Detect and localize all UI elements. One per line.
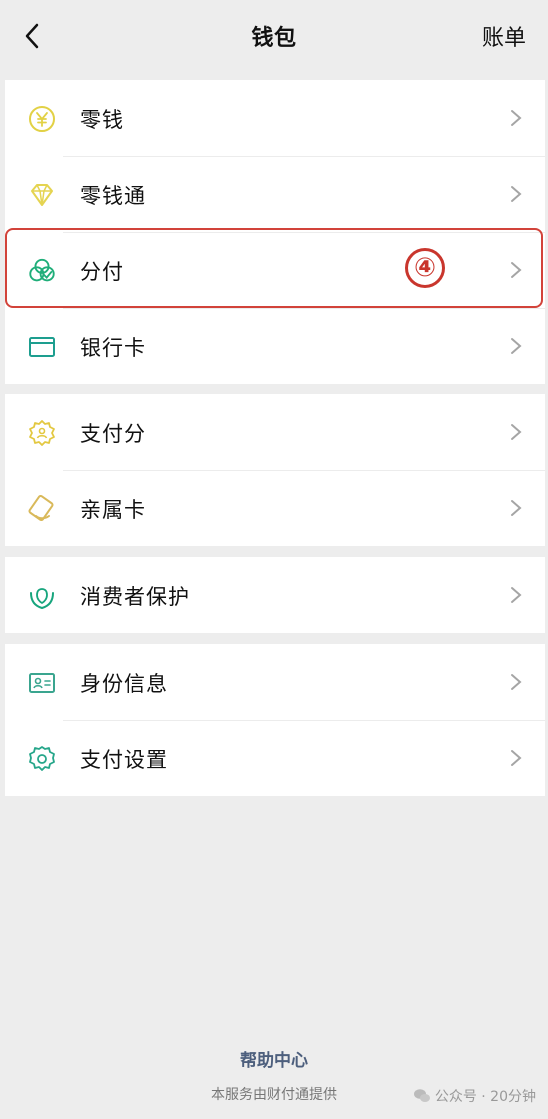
chevron-right-icon	[511, 424, 522, 440]
wallet-section-2: 支付分 亲属卡	[5, 394, 545, 546]
wechat-logo-icon	[413, 1089, 430, 1102]
badge-icon	[27, 418, 57, 448]
yuan-coin-icon	[27, 104, 57, 134]
watermark-text: 公众号 · 20分钟	[434, 1089, 536, 1105]
bill-link[interactable]: 账单	[482, 20, 526, 52]
wallet-item-label: 亲属卡	[80, 498, 146, 522]
chevron-right-icon	[511, 750, 522, 766]
chevron-right-icon	[511, 110, 522, 126]
wallet-item-change[interactable]: 零钱	[5, 80, 545, 156]
id-card-icon	[27, 668, 57, 698]
gear-icon	[27, 744, 57, 774]
shield-hands-icon	[27, 581, 57, 611]
wallet-item-identity[interactable]: 身份信息	[5, 644, 545, 720]
wallet-item-consumer-protection[interactable]: 消费者保护	[5, 557, 545, 633]
wallet-section-4: 身份信息 支付设置	[5, 644, 545, 796]
wallet-section-3: 消费者保护	[5, 557, 545, 633]
wallet-item-pay-settings[interactable]: 支付设置	[5, 720, 545, 796]
wallet-item-label: 消费者保护	[80, 585, 190, 609]
wallet-item-family-card[interactable]: 亲属卡	[5, 470, 545, 546]
wallet-item-split-pay[interactable]: 分付	[5, 232, 545, 308]
watermark: 公众号 · 20分钟	[413, 1086, 536, 1106]
wallet-item-change-plus[interactable]: 零钱通	[5, 156, 545, 232]
wallet-item-label: 分付	[80, 260, 124, 284]
chevron-right-icon	[511, 674, 522, 690]
chevron-right-icon	[511, 338, 522, 354]
page-title: 钱包	[251, 26, 297, 51]
top-bar: 钱包 账单	[0, 0, 548, 74]
split-pay-icon	[27, 256, 57, 286]
diamond-icon	[27, 180, 57, 210]
help-center-link[interactable]: 帮助中心	[0, 1046, 548, 1071]
wallet-section-1: 零钱 零钱通 分付 银行卡	[5, 80, 545, 384]
wallet-item-label: 支付分	[80, 422, 146, 446]
wallet-item-bank-card[interactable]: 银行卡	[5, 308, 545, 384]
wallet-item-label: 零钱	[80, 108, 124, 132]
family-card-icon	[27, 494, 57, 524]
chevron-right-icon	[511, 500, 522, 516]
chevron-right-icon	[511, 587, 522, 603]
card-icon	[27, 332, 57, 362]
wallet-item-label: 身份信息	[80, 672, 168, 696]
chevron-right-icon	[511, 262, 522, 278]
step-number-badge: ④	[405, 248, 445, 288]
wallet-item-pay-score[interactable]: 支付分	[5, 394, 545, 470]
wallet-item-label: 支付设置	[80, 748, 168, 772]
chevron-right-icon	[511, 186, 522, 202]
wallet-item-label: 银行卡	[80, 336, 146, 360]
wallet-item-label: 零钱通	[80, 184, 146, 208]
